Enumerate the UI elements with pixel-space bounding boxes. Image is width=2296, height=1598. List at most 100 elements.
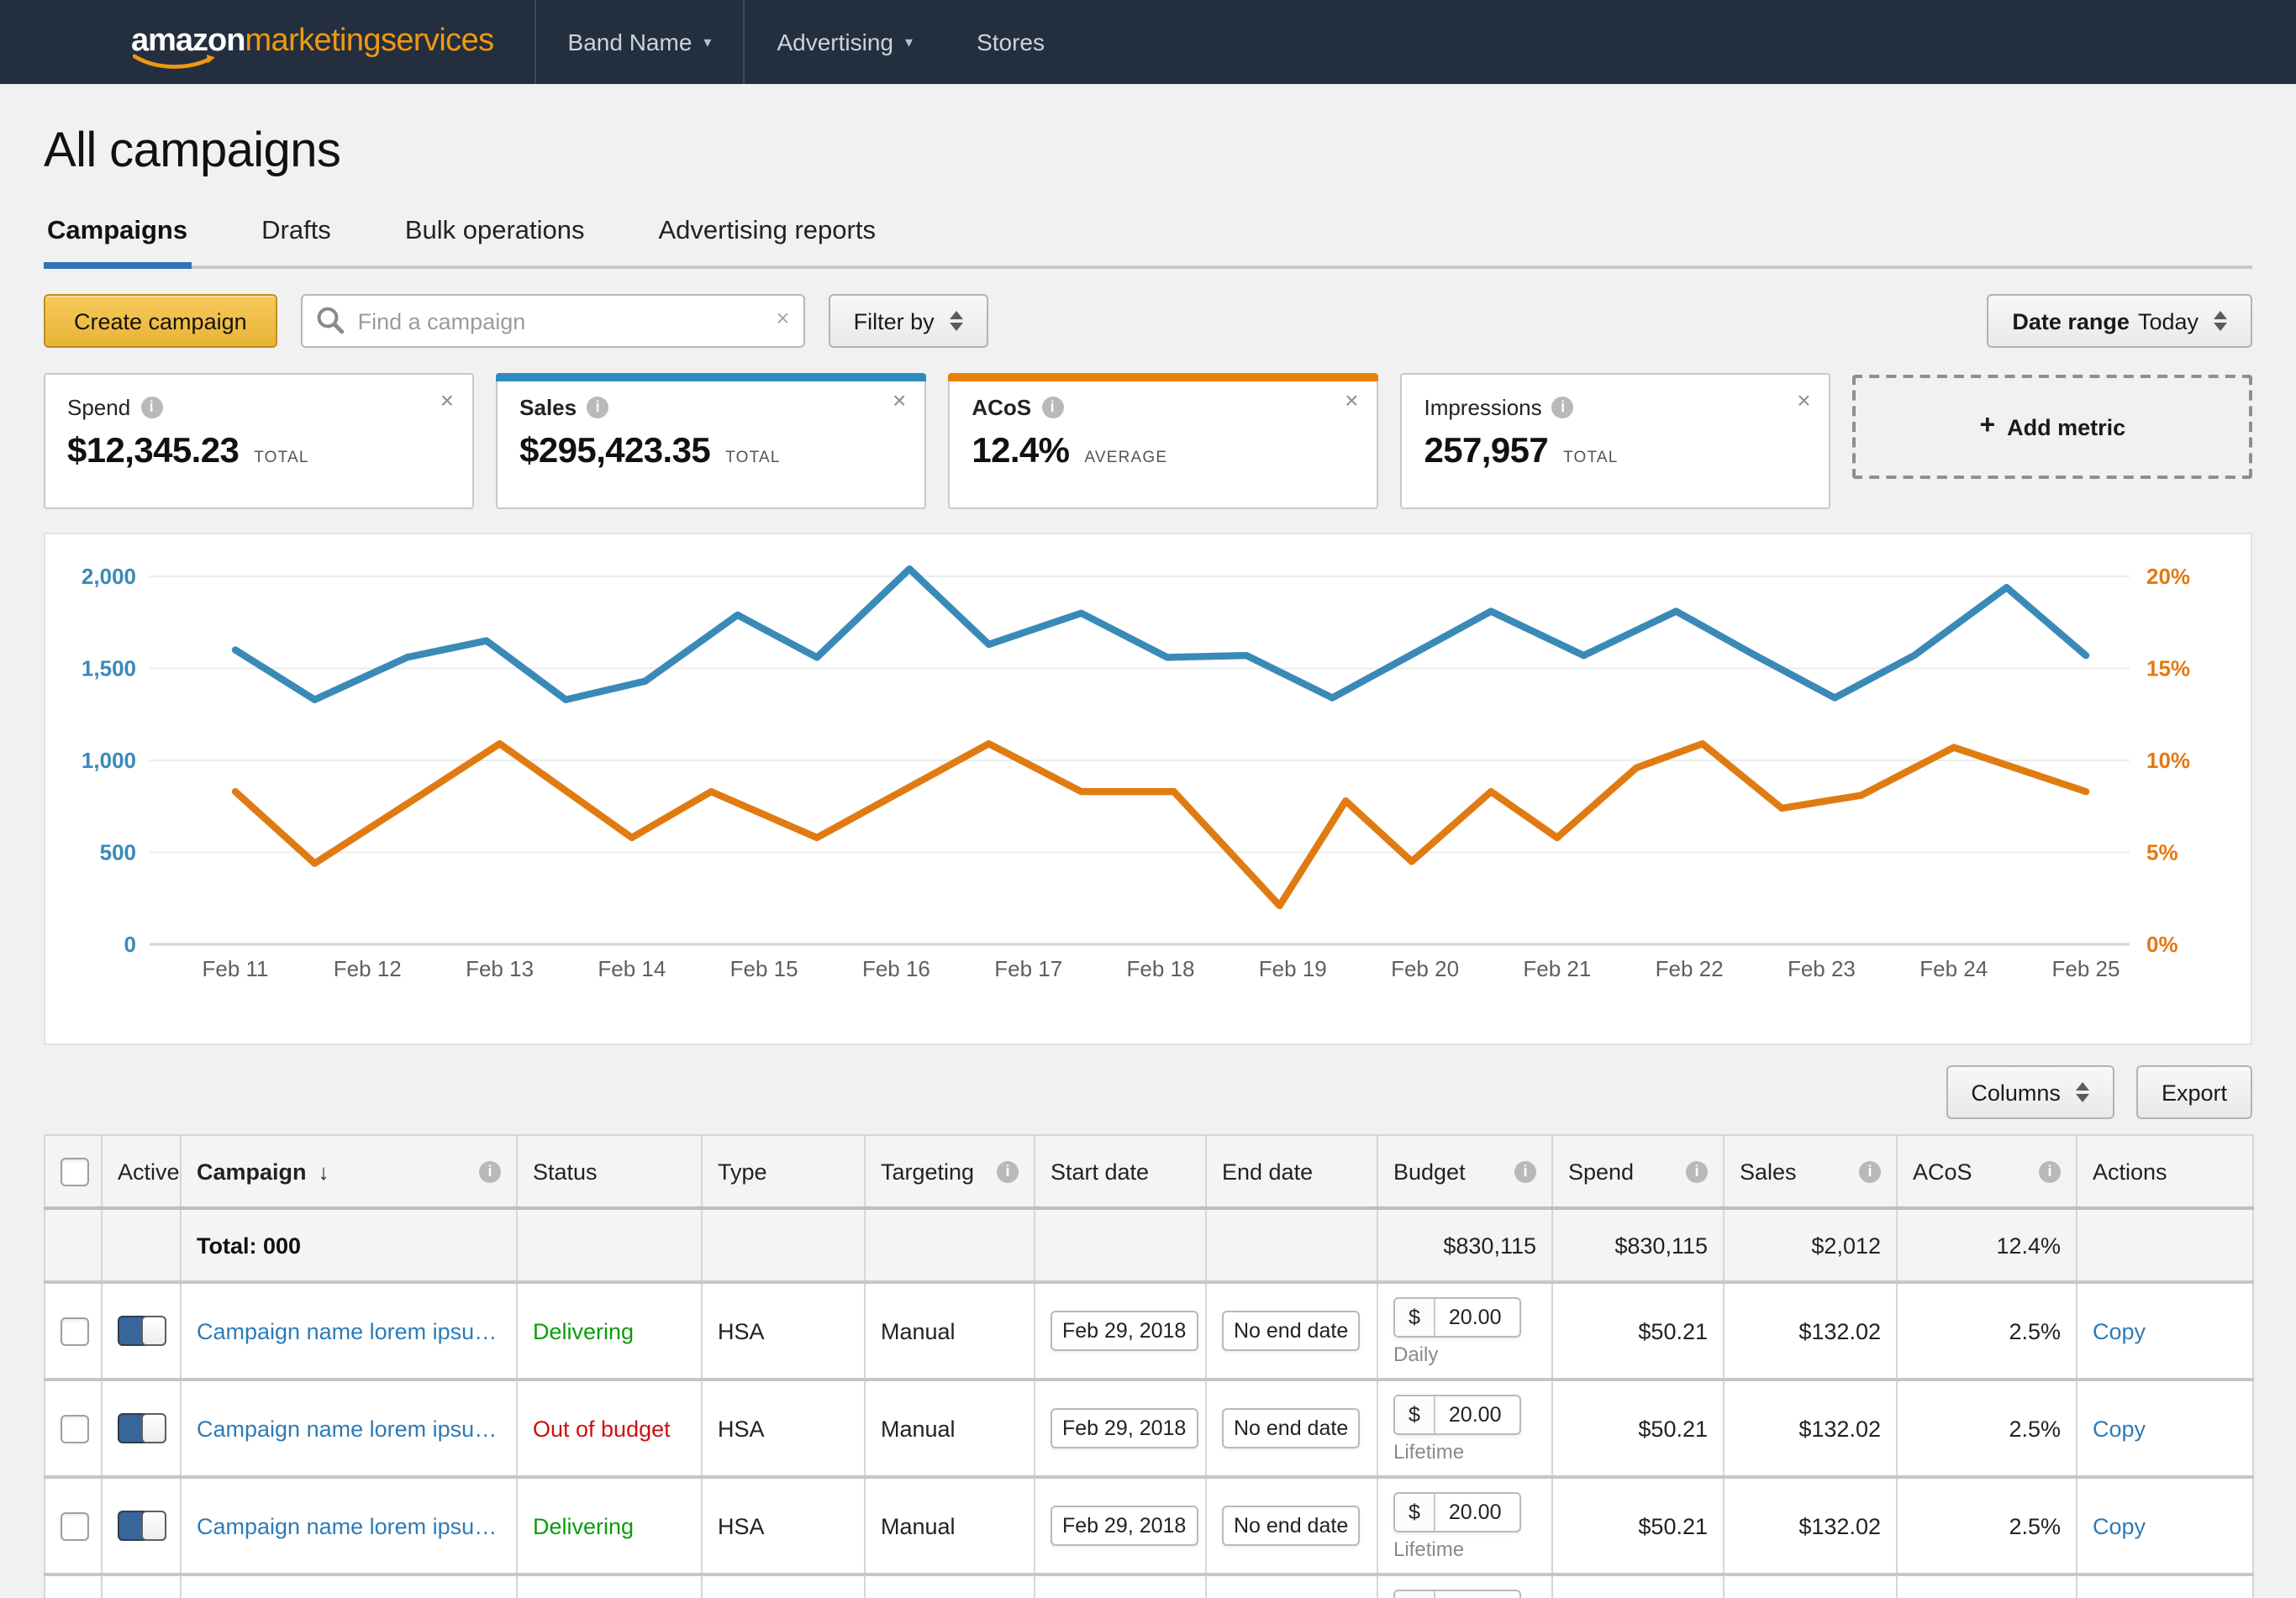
close-icon[interactable]: ×: [1345, 388, 1358, 412]
info-icon[interactable]: i: [1041, 397, 1063, 418]
budget-amount-field[interactable]: 20.00: [1435, 1591, 1519, 1598]
col-header-campaign[interactable]: Campaign↓i: [181, 1135, 517, 1208]
row-checkbox[interactable]: [61, 1414, 89, 1443]
start-date-field[interactable]: Feb 29, 2018: [1051, 1311, 1198, 1351]
info-icon[interactable]: i: [479, 1160, 501, 1182]
header-cell: Active: [118, 1159, 165, 1184]
row-active-cell: [102, 1282, 181, 1380]
metric-value-row: 257,957 TOTAL: [1424, 432, 1809, 472]
create-campaign-button[interactable]: Create campaign: [44, 294, 277, 348]
search-input[interactable]: [301, 294, 805, 348]
nav-item-stores[interactable]: Stores: [945, 0, 1077, 84]
header-label: Budget: [1393, 1159, 1466, 1184]
header-label: Sales: [1740, 1159, 1797, 1184]
clear-search-icon[interactable]: ×: [776, 304, 789, 331]
budget-amount-field[interactable]: 20.00: [1435, 1299, 1519, 1336]
active-toggle[interactable]: [118, 1511, 166, 1541]
copy-action-link[interactable]: Copy: [2093, 1513, 2146, 1538]
row-budget-cell: $20.00Lifetime: [1377, 1574, 1552, 1598]
tab-advertising-reports[interactable]: Advertising reports: [656, 217, 879, 265]
budget-input[interactable]: $20.00: [1393, 1492, 1521, 1532]
nav-item-band-name[interactable]: Band Name▾: [535, 0, 744, 84]
columns-button[interactable]: Columns: [1946, 1065, 2114, 1119]
active-toggle[interactable]: [118, 1413, 166, 1443]
metric-name-row: Salesi: [519, 395, 904, 420]
search-box: ×: [301, 294, 805, 348]
budget-currency: $: [1395, 1591, 1435, 1598]
select-all-checkbox[interactable]: [61, 1157, 89, 1185]
x-axis-tick-label: Feb 18: [1127, 956, 1195, 981]
filter-by-button[interactable]: Filter by: [829, 294, 988, 348]
info-icon[interactable]: i: [1514, 1160, 1536, 1182]
tab-campaigns[interactable]: Campaigns: [44, 217, 191, 265]
metric-card-spend[interactable]: Spendi×$12,345.23TOTAL: [44, 373, 474, 509]
row-start-date-cell: Feb 29, 2018: [1035, 1574, 1206, 1598]
metric-card-acos[interactable]: ACoSi×12.4%AVERAGE: [948, 373, 1378, 509]
header-cell: Spendi: [1568, 1159, 1708, 1184]
campaign-link[interactable]: Campaign name lorem ipsum sit…: [197, 1416, 501, 1441]
brand-logo[interactable]: amazonmarketingservices: [131, 0, 494, 84]
header-label: Campaign: [197, 1159, 307, 1184]
filter-by-label: Filter by: [854, 308, 935, 334]
info-icon[interactable]: i: [997, 1160, 1019, 1182]
info-icon[interactable]: i: [587, 397, 608, 418]
end-date-field[interactable]: No end date: [1222, 1408, 1360, 1448]
left-axis-tick-label: 1,000: [82, 748, 136, 773]
start-date-field[interactable]: Feb 29, 2018: [1051, 1506, 1198, 1546]
metric-unit: TOTAL: [1563, 449, 1619, 467]
metric-card-impressions[interactable]: Impressionsi×257,957TOTAL: [1400, 373, 1830, 509]
end-date-field[interactable]: No end date: [1222, 1506, 1360, 1546]
budget-input[interactable]: $20.00: [1393, 1590, 1521, 1598]
col-header-type: Type: [702, 1135, 865, 1208]
row-checkbox[interactable]: [61, 1317, 89, 1345]
col-header-active: Active: [102, 1135, 181, 1208]
col-header-status: Status: [517, 1135, 702, 1208]
info-icon[interactable]: i: [2039, 1160, 2061, 1182]
tab-drafts[interactable]: Drafts: [258, 217, 334, 265]
close-icon[interactable]: ×: [440, 388, 454, 412]
nav-item-advertising[interactable]: Advertising▾: [743, 0, 945, 84]
metric-card-sales[interactable]: Salesi×$295,423.35TOTAL: [496, 373, 926, 509]
row-spend-cell: $50.21: [1552, 1282, 1724, 1380]
start-date-field[interactable]: Feb 29, 2018: [1051, 1408, 1198, 1448]
budget-input[interactable]: $20.00: [1393, 1297, 1521, 1338]
export-button[interactable]: Export: [2136, 1065, 2252, 1119]
add-metric-button[interactable]: +Add metric: [1853, 375, 2252, 479]
x-axis-tick-label: Feb 13: [466, 956, 534, 981]
left-axis-tick-label: 2,000: [82, 564, 136, 589]
campaign-link[interactable]: Campaign name lorem ipsum sit…: [197, 1513, 501, 1538]
metric-value: 12.4%: [972, 432, 1069, 472]
info-icon[interactable]: i: [1552, 397, 1574, 418]
col-header-acos: ACoSi: [1897, 1135, 2077, 1208]
metric-value: 257,957: [1424, 432, 1548, 472]
date-range-button[interactable]: Date range Today: [1987, 294, 2252, 348]
copy-action-link[interactable]: Copy: [2093, 1318, 2146, 1343]
metric-name-row: Spendi: [67, 395, 452, 420]
table-row: Campaign name lorem ipsum sit…Out of bud…: [45, 1574, 2253, 1598]
campaign-link[interactable]: Campaign name lorem ipsum sit…: [197, 1318, 501, 1343]
info-icon[interactable]: i: [1859, 1160, 1881, 1182]
totals-empty-cell: [1206, 1208, 1377, 1282]
end-date-field[interactable]: No end date: [1222, 1311, 1360, 1351]
tab-bulk-operations[interactable]: Bulk operations: [402, 217, 588, 265]
row-checkbox[interactable]: [61, 1511, 89, 1540]
metric-cards: Spendi×$12,345.23TOTALSalesi×$295,423.35…: [44, 373, 2252, 509]
metrics-chart: 05001,0001,5002,0000%5%10%15%20%Feb 11Fe…: [45, 534, 2251, 1043]
info-icon[interactable]: i: [1686, 1160, 1708, 1182]
active-toggle[interactable]: [118, 1316, 166, 1346]
budget-amount-field[interactable]: 20.00: [1435, 1494, 1519, 1531]
budget-period-label: Daily: [1393, 1343, 1536, 1366]
budget-input[interactable]: $20.00: [1393, 1395, 1521, 1435]
close-icon[interactable]: ×: [893, 388, 906, 412]
budget-amount-field[interactable]: 20.00: [1435, 1396, 1519, 1433]
x-axis-tick-label: Feb 14: [598, 956, 666, 981]
status-badge: Out of budget: [533, 1416, 671, 1441]
header-cell: Start date: [1051, 1159, 1190, 1184]
chevron-down-icon: ▾: [703, 33, 711, 51]
budget-period-label: Lifetime: [1393, 1538, 1536, 1561]
copy-action-link[interactable]: Copy: [2093, 1416, 2146, 1441]
metric-unit: TOTAL: [725, 449, 781, 467]
info-icon[interactable]: i: [140, 397, 162, 418]
close-icon[interactable]: ×: [1797, 388, 1810, 412]
row-actions-cell: Copy: [2077, 1380, 2253, 1477]
